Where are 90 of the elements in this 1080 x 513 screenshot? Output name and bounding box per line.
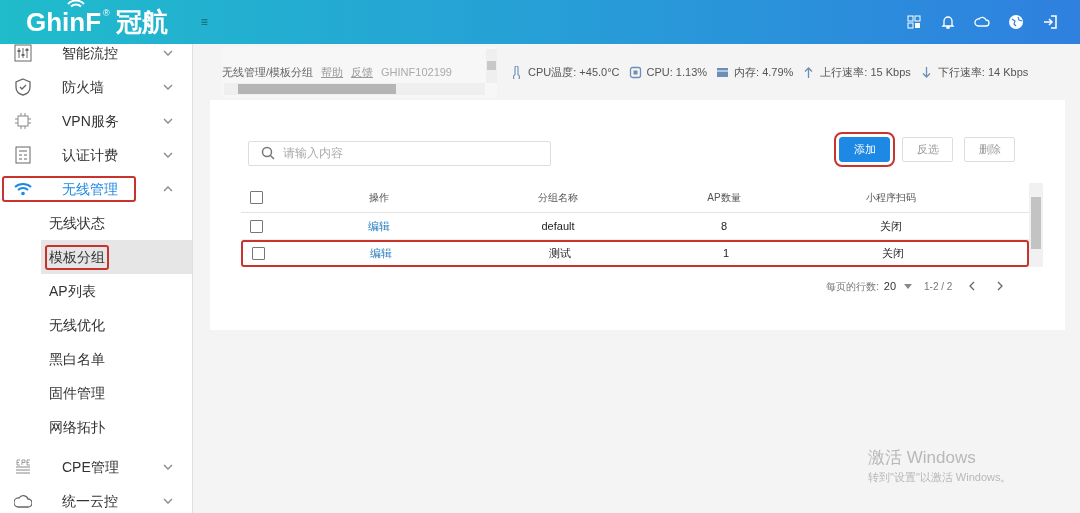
sidebar-item[interactable]: 统一云控 [0,484,192,513]
submenu-label: 无线状态 [48,213,106,233]
sidebar-item[interactable]: VPN服务 [0,104,192,138]
menu-label: 防火墙 [61,77,105,97]
checkbox[interactable] [252,247,265,260]
sliders-icon [14,44,32,62]
column-header: AP数量 [706,191,742,205]
chip-icon [14,112,32,130]
table-cell-text: default [540,218,576,234]
submenu-label: AP列表 [48,281,97,301]
submenu-label: 黑白名单 [48,349,106,369]
page-range: 1-2 / 2 [924,279,953,294]
submenu-item[interactable]: 黑白名单 [41,342,192,376]
checkbox[interactable] [250,219,263,233]
activation-title: 激活 Windows [868,447,977,469]
column-header: 小程序扫码 [865,191,917,205]
table-cell-text: 关闭 [879,218,903,234]
wifi-icon [66,0,86,9]
submenu-label: 模板分组 [45,244,109,270]
qr-code-button[interactable] [906,14,922,30]
menu-label: 统一云控 [61,491,119,511]
column-header: 分组名称 [537,191,579,205]
vertical-scrollbar[interactable] [1029,183,1043,267]
status-reading: 上行速率: 15 Kbps [820,64,911,80]
edit-link[interactable]: 编辑 [329,217,429,235]
sidebar-item[interactable]: CPE管理 [0,450,192,484]
logo-text: GhinF [26,9,102,35]
search-icon [261,146,275,160]
table-cell-text: 关闭 [881,246,905,262]
registered-mark: ® [103,7,110,20]
status-reading: 内存: 4.79% [734,64,794,80]
sidebar-item[interactable]: 智能流控 [0,44,192,70]
logo-text: 冠航 [115,9,168,35]
chip-icon [628,65,642,79]
submenu-label: 固件管理 [48,383,106,403]
submenu-item[interactable]: 无线优化 [41,308,192,342]
next-page-button[interactable] [996,281,1005,292]
sidebar-item[interactable]: 认证计费 [0,138,192,172]
thermometer-icon [510,65,523,79]
submenu-label: 无线优化 [48,315,106,335]
submenu-item[interactable]: AP列表 [41,274,192,308]
previous-page-button[interactable] [968,281,977,292]
shield-icon [14,78,32,96]
globe-icon [1008,14,1024,30]
status-reading: CPU: 1.13% [646,64,708,80]
table-cell-text: 测试 [548,246,572,262]
cpe-icon [14,458,32,476]
memory-icon [716,65,730,79]
submenu-item[interactable]: 模板分组 [41,240,192,274]
table-cell-text: 8 [719,218,729,234]
rows-per-page-select[interactable]: 20 [883,278,913,295]
logout-icon [1042,14,1058,30]
menu-label: 认证计费 [61,145,119,165]
vertical-scrollbar[interactable] [486,49,497,83]
menu-label: CPE管理 [61,457,120,477]
select-value: 20 [883,279,897,294]
checkbox[interactable] [250,191,263,204]
submenu-item[interactable]: 网络拓扑 [41,410,192,444]
device-id: GHINF102199 [381,64,453,80]
sidebar-item[interactable]: 防火墙 [0,70,192,104]
menu-label: VPN服务 [61,111,120,131]
status-reading: 下行速率: 14 Kbps [937,64,1029,80]
submenu-item[interactable]: 无线状态 [41,206,192,240]
bell-button[interactable] [940,14,956,30]
cloud-icon [14,492,32,510]
qr-code-icon [906,14,922,30]
status-reading: CPU温度: +45.0°C [528,64,620,80]
column-header: 操作 [368,191,390,205]
globe-button[interactable] [1008,14,1024,30]
rows-per-page-label: 每页的行数: [826,279,879,294]
table-row[interactable]: 编辑 default 8 关闭 [241,213,1029,240]
caret-down-icon [904,283,913,289]
bell-icon [940,14,956,30]
logout-button[interactable] [1042,14,1058,30]
breadcrumb: 无线管理/模板分组 [222,64,314,80]
horizontal-scrollbar[interactable] [224,83,485,95]
chevron-left-icon [968,281,977,292]
chevron-right-icon [996,281,1005,292]
table-cell-text: 1 [721,246,731,262]
menu-label: 智能流控 [61,44,119,63]
edit-link[interactable]: 编辑 [331,245,431,262]
search-field[interactable]: 请输入内容 [248,140,551,166]
document-icon [14,146,32,164]
menu-label: 无线管理 [61,179,119,199]
table-row[interactable]: 编辑 测试 1 关闭 [241,240,1029,267]
cloud-button[interactable] [974,14,990,30]
cloud-icon [974,14,990,30]
submenu-label: 网络拓扑 [48,417,106,437]
submenu-item[interactable]: 固件管理 [41,376,192,410]
wifi-icon [14,180,32,198]
